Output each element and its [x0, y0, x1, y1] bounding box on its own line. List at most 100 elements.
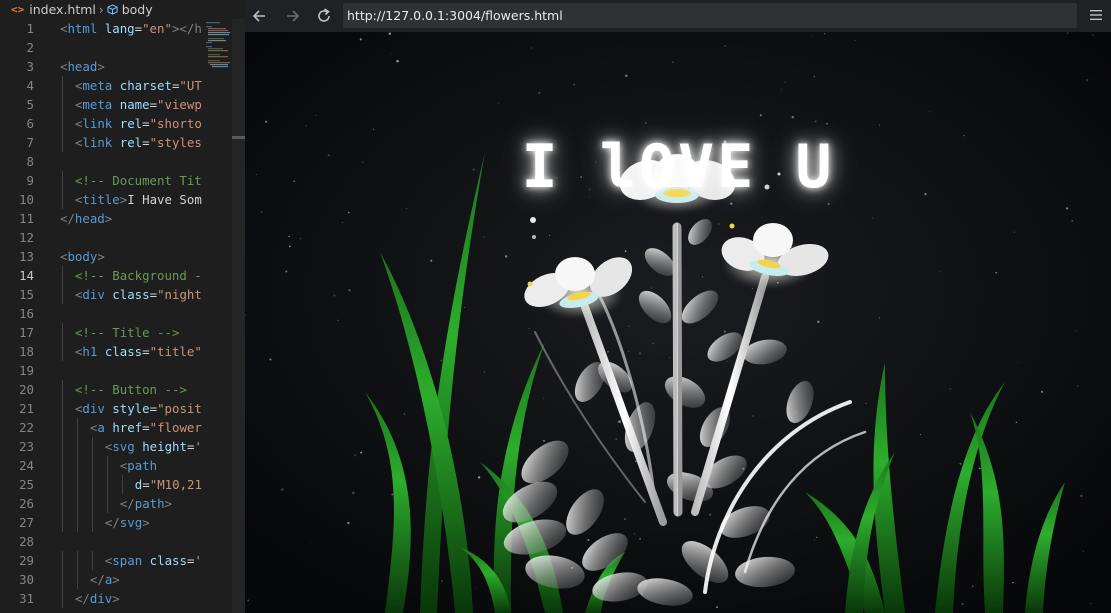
code-line[interactable]: <meta charset="UT — [75, 76, 202, 95]
star — [483, 236, 485, 238]
code-token: link — [82, 116, 113, 131]
indent-guide — [62, 171, 63, 190]
star — [352, 491, 355, 495]
star — [543, 397, 545, 399]
url-text[interactable]: http://127.0.0.1:3004/flowers.html — [347, 3, 563, 28]
star — [342, 222, 344, 224]
forward-button[interactable] — [281, 5, 303, 27]
star — [1092, 34, 1094, 36]
code-line[interactable]: <h1 class="title" — [75, 342, 202, 361]
star — [333, 294, 336, 297]
code-line[interactable]: <body> — [60, 247, 105, 266]
star — [652, 342, 655, 345]
code-line[interactable]: <!-- Document Tit — [75, 171, 202, 190]
code-token: html — [67, 21, 98, 36]
star — [348, 211, 350, 214]
star — [701, 579, 703, 581]
code-token: style — [112, 401, 150, 416]
code-line[interactable]: <span class=' — [105, 551, 202, 570]
star — [347, 521, 350, 525]
code-line[interactable]: <link rel="styles — [75, 133, 202, 152]
star — [311, 543, 313, 545]
code-line[interactable]: <link rel="shorto — [75, 114, 202, 133]
star — [372, 128, 375, 130]
code-line[interactable]: </path> — [120, 494, 172, 513]
code-token: "UT — [179, 78, 202, 93]
star — [814, 120, 817, 123]
line-number: 20 — [19, 382, 34, 397]
back-button[interactable] — [249, 5, 271, 27]
reload-button[interactable] — [313, 5, 335, 27]
code-token: class — [112, 287, 150, 302]
code-line[interactable]: </head> — [60, 209, 112, 228]
code-line[interactable]: </a> — [90, 570, 120, 589]
indent-guide — [91, 456, 93, 475]
code-editor[interactable]: <> index.html › body 1 2 3 4 5 6 7 8 9 10 11 12 13 14… — [0, 0, 245, 613]
star — [628, 350, 630, 352]
indent-guide — [62, 76, 63, 95]
code-token: > — [142, 515, 150, 530]
code-area[interactable]: <html lang="en"></h <head> <meta charset="… — [60, 19, 205, 613]
indent-guide — [62, 95, 63, 114]
star — [354, 454, 357, 457]
breadcrumb-file[interactable]: index.html — [29, 2, 96, 17]
line-number: 9 — [26, 173, 34, 188]
code-line[interactable]: <html lang="en"></h — [60, 19, 202, 38]
code-line[interactable]: </svg> — [105, 513, 150, 532]
star — [959, 462, 962, 465]
star — [784, 81, 787, 83]
breadcrumb-symbol[interactable]: body — [122, 2, 153, 17]
code-token: = — [134, 21, 143, 36]
editor-scrollbar[interactable] — [232, 19, 245, 613]
code-token: "M10,21 — [149, 477, 202, 492]
star — [543, 440, 545, 442]
indent-guide — [62, 456, 63, 475]
address-bar[interactable]: http://127.0.0.1:3004/flowers.html — [343, 3, 1077, 28]
code-token: title — [82, 192, 120, 207]
line-number: 8 — [26, 154, 34, 169]
code-line[interactable]: <head> — [60, 57, 105, 76]
code-line[interactable]: <div class="night — [75, 285, 202, 304]
hamburger-menu-icon[interactable] — [1089, 7, 1103, 23]
star — [477, 476, 481, 479]
code-line[interactable]: <path — [120, 456, 157, 475]
star — [827, 202, 830, 206]
line-number: 4 — [26, 78, 34, 93]
code-line[interactable]: <meta name="viewp — [75, 95, 202, 114]
star — [811, 36, 813, 37]
code-token: span — [112, 553, 143, 568]
line-number: 31 — [19, 591, 34, 606]
code-line[interactable]: d="M10,21 — [135, 475, 202, 494]
code-token: = — [149, 97, 158, 112]
star — [396, 59, 399, 63]
star — [816, 536, 818, 538]
minimap[interactable] — [204, 19, 232, 613]
code-token: = — [149, 401, 158, 416]
code-line[interactable]: </div> — [75, 589, 120, 608]
line-number: 18 — [19, 344, 34, 359]
code-token: div — [82, 401, 105, 416]
indent-guide — [121, 475, 123, 494]
star — [305, 125, 307, 127]
star — [791, 115, 795, 119]
code-token: "title" — [149, 344, 202, 359]
line-number: 17 — [19, 325, 34, 340]
code-line[interactable]: <!-- Button --> — [75, 380, 187, 399]
star — [701, 276, 703, 278]
star — [823, 33, 826, 35]
star — [388, 32, 391, 35]
code-line[interactable]: <a href="flower — [90, 418, 202, 437]
code-token: = — [142, 344, 150, 359]
code-token: svg — [112, 439, 135, 454]
code-line[interactable]: <svg height=' — [105, 437, 202, 456]
code-line[interactable]: <!-- Background - — [75, 266, 202, 285]
code-line[interactable]: <!-- Title --> — [75, 323, 179, 342]
indent-guide — [76, 570, 78, 589]
star — [919, 434, 922, 436]
code-line[interactable]: <div style="posit — [75, 399, 202, 418]
code-token: charset — [119, 78, 172, 93]
code-line[interactable]: <title>I Have Som — [75, 190, 202, 209]
indent-guide — [76, 513, 78, 532]
